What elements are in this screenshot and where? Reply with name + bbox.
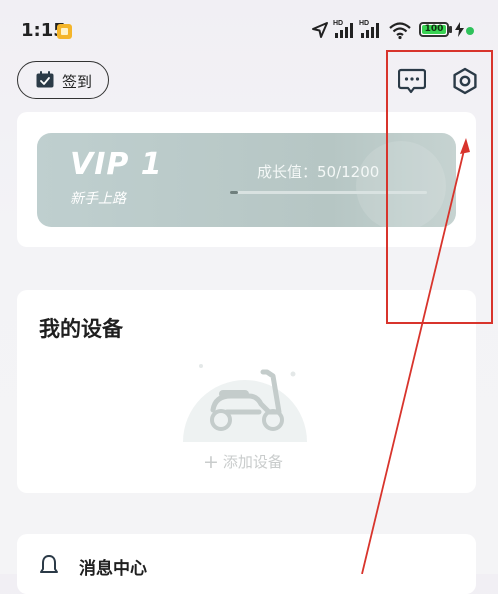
signal-hd-icon-1: HD xyxy=(333,20,353,38)
bell-icon xyxy=(40,555,58,573)
growth-progress-fill xyxy=(230,191,239,194)
battery-level: 100 xyxy=(422,25,446,34)
vip-level: VIP 1 xyxy=(70,147,163,182)
add-device-label: 添加设备 xyxy=(222,453,283,471)
battery-tip xyxy=(449,26,452,33)
add-device-button[interactable]: + 添加设备 xyxy=(203,451,283,473)
scooter-illustration xyxy=(183,364,307,442)
notification-app-icon xyxy=(57,24,72,39)
growth-value: 成长值：50/1200 xyxy=(257,163,380,181)
message-center-label: 消息中心 xyxy=(79,559,147,579)
device-section-title: 我的设备 xyxy=(39,317,123,341)
checkin-label: 签到 xyxy=(62,73,93,91)
plus-icon: + xyxy=(203,451,219,473)
vip-subtitle: 新手上路 xyxy=(70,191,126,207)
charging-dot xyxy=(466,27,474,35)
checkin-button[interactable]: 签到 xyxy=(17,61,109,99)
svg-text:HD: HD xyxy=(333,20,343,27)
battery-icon: 100 xyxy=(419,22,449,37)
charging-icon xyxy=(455,22,464,37)
highlight-box xyxy=(386,50,493,324)
location-arrow-icon xyxy=(312,22,328,38)
wifi-icon xyxy=(389,22,411,40)
calendar-check-icon xyxy=(36,71,54,88)
signal-hd-icon-2: HD xyxy=(359,20,379,38)
message-center-card[interactable]: 消息中心 xyxy=(17,534,476,594)
svg-text:HD: HD xyxy=(359,20,369,27)
